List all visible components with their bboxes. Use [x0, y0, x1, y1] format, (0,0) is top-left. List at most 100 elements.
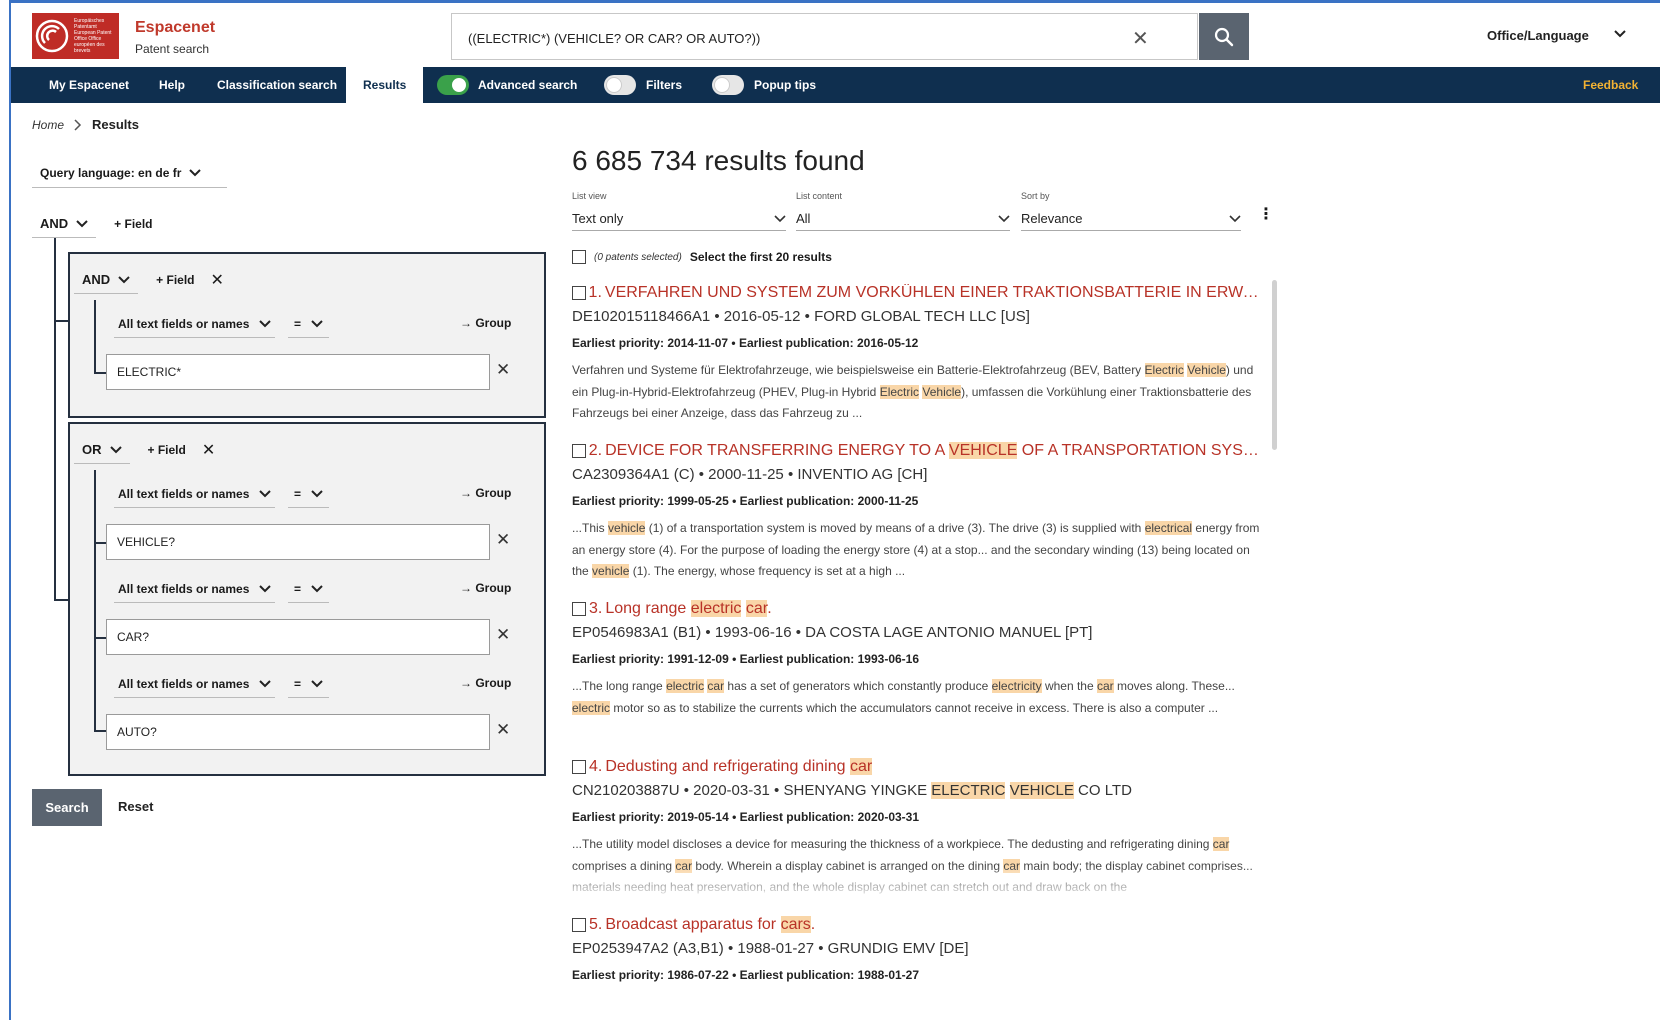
results-count: 6 685 734 results found — [572, 145, 865, 176]
select-all-checkbox[interactable] — [572, 250, 586, 264]
filters-label[interactable]: Filters — [646, 67, 682, 103]
result-abstract: ...This vehicle (1) of a transportation … — [572, 521, 1260, 578]
epo-logo-icon — [35, 19, 69, 53]
root-operator-value: AND — [40, 216, 69, 231]
equals-label: = — [294, 581, 302, 596]
result-title[interactable]: 3. Long range electric car. — [572, 600, 1264, 618]
group1-remove-icon[interactable]: ✕ — [211, 270, 224, 290]
result-checkbox[interactable] — [572, 918, 586, 932]
tree-line — [94, 730, 106, 732]
search-button[interactable] — [1199, 13, 1249, 60]
remove-field-icon[interactable]: ✕ — [496, 530, 510, 550]
advanced-search-label[interactable]: Advanced search — [478, 67, 577, 103]
remove-field-icon[interactable]: ✕ — [496, 625, 510, 645]
brand-name: Espacenet — [135, 19, 216, 36]
list-view-select[interactable]: Text only — [572, 207, 786, 231]
to-group-button[interactable]: → Group — [460, 581, 511, 595]
search-icon — [1214, 27, 1234, 46]
chevron-down-icon — [259, 679, 272, 687]
result-checkbox[interactable] — [572, 286, 586, 300]
filters-toggle[interactable] — [604, 75, 636, 95]
nav-help[interactable]: Help — [159, 67, 185, 103]
brand[interactable]: Espacenet Patent search — [135, 19, 215, 56]
result-priority: Earliest priority: 1991-12-09 • Earliest… — [572, 652, 920, 666]
result-number: 3. — [589, 600, 603, 617]
abstract-fade — [572, 866, 1272, 896]
result-title[interactable]: 5. Broadcast apparatus for cars. — [572, 916, 1264, 934]
result-title[interactable]: 4. Dedusting and refrigerating dining ca… — [572, 758, 1264, 776]
remove-field-icon[interactable]: ✕ — [496, 720, 510, 740]
value-input-electric[interactable] — [106, 354, 490, 390]
group2-add-field-button[interactable]: + Field — [148, 443, 186, 457]
field-select[interactable]: All text fields or names — [114, 670, 276, 698]
to-group-button[interactable]: → Group — [460, 316, 511, 330]
root-operator-select[interactable]: AND — [32, 210, 97, 238]
operator-equals-select[interactable]: = — [288, 670, 330, 698]
equals-label: = — [294, 486, 302, 501]
results-scrollbar[interactable] — [1272, 280, 1277, 450]
nav-my-espacenet[interactable]: My Espacenet — [49, 67, 129, 103]
value-input-vehicle[interactable] — [106, 524, 490, 560]
select-first-label[interactable]: Select the first 20 results — [690, 250, 832, 264]
field-select[interactable]: All text fields or names — [114, 480, 276, 508]
group2-operator-select[interactable]: OR — [74, 436, 130, 464]
result-checkbox[interactable] — [572, 760, 586, 774]
operator-equals-select[interactable]: = — [288, 575, 330, 603]
result-title[interactable]: 1. VERFAHREN UND SYSTEM ZUM VORKÜHLEN EI… — [572, 284, 1264, 302]
field-select-label: All text fields or names — [118, 486, 250, 501]
group1-operator-select[interactable]: AND — [74, 266, 139, 294]
query-group-or: OR + Field ✕ All text fields or names = … — [68, 422, 546, 776]
value-input-auto[interactable] — [106, 714, 490, 750]
chevron-down-icon — [259, 489, 272, 497]
field-select-label: All text fields or names — [118, 581, 250, 596]
remove-field-icon[interactable]: ✕ — [496, 360, 510, 380]
more-options-icon[interactable]: ⋮ — [1258, 204, 1274, 224]
query-search-button[interactable]: Search — [32, 789, 102, 826]
query-language-select[interactable]: Query language: en de fr — [32, 158, 227, 188]
chevron-down-icon — [311, 319, 323, 327]
chevron-down-icon[interactable] — [1614, 30, 1626, 38]
tree-line — [94, 372, 106, 374]
value-input-car[interactable] — [106, 619, 490, 655]
feedback-link[interactable]: Feedback — [1583, 67, 1638, 103]
tree-line — [94, 637, 106, 639]
chevron-down-icon — [311, 584, 323, 592]
chevron-down-icon — [259, 319, 272, 327]
office-language-menu[interactable]: Office/Language — [1487, 28, 1589, 43]
operator-equals-select[interactable]: = — [288, 480, 330, 508]
result-meta: CN210203887U • 2020-03-31 • SHENYANG YIN… — [572, 782, 1132, 799]
group1-add-field-button[interactable]: + Field — [156, 273, 194, 287]
list-view-value: Text only — [572, 211, 624, 226]
chevron-down-icon — [311, 679, 323, 687]
nav-results-tab[interactable]: Results — [346, 67, 424, 103]
advanced-search-toggle[interactable] — [437, 75, 469, 95]
result-title[interactable]: 2. DEVICE FOR TRANSFERRING ENERGY TO A V… — [572, 442, 1264, 460]
result-number: 2. — [588, 442, 603, 459]
result-item: 5. Broadcast apparatus for cars. EP02539… — [572, 916, 1264, 982]
popup-tips-label[interactable]: Popup tips — [754, 67, 816, 103]
group2-remove-icon[interactable]: ✕ — [202, 440, 215, 460]
field-select[interactable]: All text fields or names — [114, 310, 276, 338]
epo-logo[interactable]: Europäisches Patentamt European Patent O… — [32, 13, 119, 59]
result-checkbox[interactable] — [572, 602, 586, 616]
group1-operator-row: AND + Field ✕ — [74, 266, 224, 294]
root-add-field-button[interactable]: + Field — [114, 217, 152, 231]
sort-by-select[interactable]: Relevance — [1021, 207, 1241, 231]
chevron-down-icon — [259, 584, 272, 592]
breadcrumb-home[interactable]: Home — [32, 118, 64, 132]
search-input[interactable] — [468, 28, 1118, 48]
popup-tips-toggle[interactable] — [712, 75, 744, 95]
tree-line — [94, 470, 96, 732]
operator-equals-select[interactable]: = — [288, 310, 330, 338]
to-group-button[interactable]: → Group — [460, 676, 511, 690]
clear-search-icon[interactable]: ✕ — [1132, 26, 1149, 51]
query-reset-button[interactable]: Reset — [118, 799, 153, 814]
result-checkbox[interactable] — [572, 444, 586, 458]
list-content-select[interactable]: All — [796, 207, 1010, 231]
nav-classification-search[interactable]: Classification search — [217, 67, 337, 103]
to-group-button[interactable]: → Group — [460, 486, 511, 500]
equals-label: = — [294, 676, 302, 691]
field-select[interactable]: All text fields or names — [114, 575, 276, 603]
root-operator-row: AND + Field — [32, 210, 153, 238]
chevron-down-icon — [76, 219, 88, 227]
